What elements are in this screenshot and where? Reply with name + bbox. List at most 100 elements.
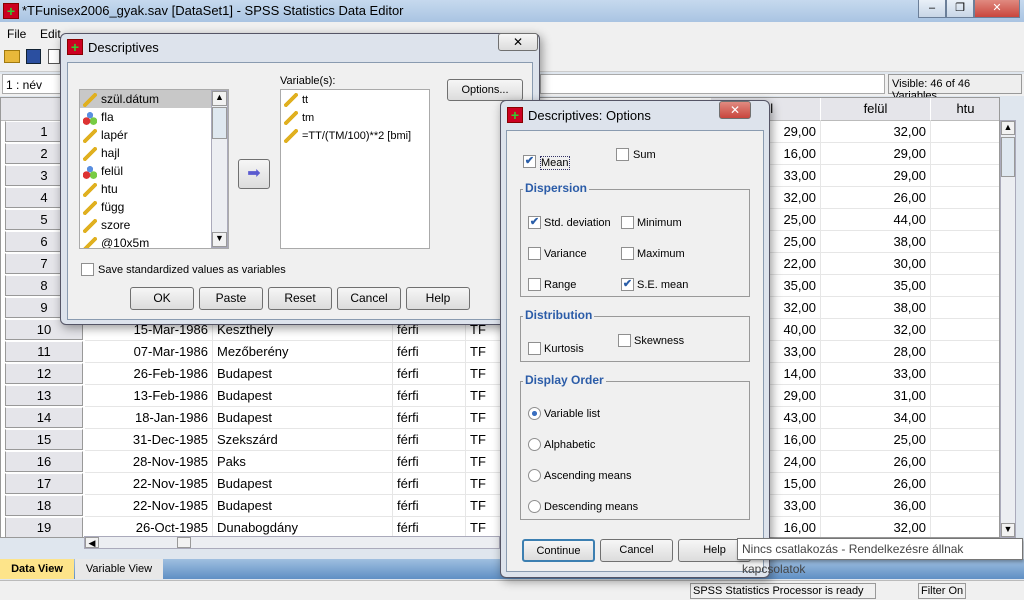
options-cancel-button[interactable]: Cancel: [600, 539, 673, 562]
cell-htu[interactable]: [931, 231, 999, 253]
source-variable-item[interactable]: lapér: [80, 126, 228, 144]
scroll-down-icon[interactable]: ▼: [1001, 523, 1015, 537]
minimize-button[interactable]: –: [918, 0, 946, 18]
cell-felul[interactable]: 29,00: [821, 165, 931, 187]
options-close-button[interactable]: ✕: [719, 101, 751, 119]
row-header[interactable]: 13: [5, 385, 83, 406]
kurtosis-checkbox[interactable]: [528, 342, 541, 355]
menu-file[interactable]: File: [7, 27, 26, 41]
cell-city[interactable]: Dunabogdány: [213, 517, 393, 537]
row-header[interactable]: 19: [5, 517, 83, 537]
cell-felul[interactable]: 32,00: [821, 121, 931, 143]
scroll-thumb[interactable]: [1001, 137, 1015, 177]
selected-variable-list[interactable]: tt tm =TT/(TM/100)**2 [bmi]: [280, 89, 430, 249]
source-variable-item[interactable]: függ: [80, 198, 228, 216]
source-variable-item[interactable]: hajl: [80, 144, 228, 162]
cell-sex[interactable]: férfi: [393, 473, 466, 495]
cell-felul[interactable]: 36,00: [821, 495, 931, 517]
dialog-close-button[interactable]: ✕: [498, 33, 538, 51]
tab-variable-view[interactable]: Variable View: [75, 559, 163, 579]
vertical-scrollbar[interactable]: ▲ ▼: [1000, 120, 1016, 538]
minimum-checkbox[interactable]: [621, 216, 634, 229]
cell-htu[interactable]: [931, 517, 999, 537]
cell-date[interactable]: 22-Nov-1985: [85, 473, 213, 495]
range-checkbox[interactable]: [528, 278, 541, 291]
variable-list-radio[interactable]: [528, 407, 541, 420]
cell-htu[interactable]: [931, 143, 999, 165]
row-header[interactable]: 11: [5, 341, 83, 362]
cell-felul[interactable]: 34,00: [821, 407, 931, 429]
cell-felul[interactable]: 38,00: [821, 231, 931, 253]
source-list-scrollbar[interactable]: ▲ ▼: [211, 90, 228, 248]
cell-felul[interactable]: 32,00: [821, 319, 931, 341]
cell-htu[interactable]: [931, 473, 999, 495]
cell-date[interactable]: 18-Jan-1986: [85, 407, 213, 429]
print-icon[interactable]: [48, 49, 60, 64]
cell-city[interactable]: Budapest: [213, 495, 393, 517]
cell-htu[interactable]: [931, 275, 999, 297]
source-variable-item[interactable]: htu: [80, 180, 228, 198]
cell-htu[interactable]: [931, 429, 999, 451]
cell-htu[interactable]: [931, 341, 999, 363]
cell-date[interactable]: 26-Feb-1986: [85, 363, 213, 385]
cell-felul[interactable]: 38,00: [821, 297, 931, 319]
row-header[interactable]: 17: [5, 473, 83, 494]
cell-date[interactable]: 07-Mar-1986: [85, 341, 213, 363]
source-variable-list[interactable]: szül.dátum fla lapér hajl felül htu függ szore @…: [79, 89, 229, 249]
skewness-checkbox[interactable]: [618, 334, 631, 347]
row-header[interactable]: 18: [5, 495, 83, 516]
menu-edit[interactable]: Edit: [40, 27, 61, 41]
cell-city[interactable]: Budapest: [213, 407, 393, 429]
cell-sex[interactable]: férfi: [393, 429, 466, 451]
cell-date[interactable]: 28-Nov-1985: [85, 451, 213, 473]
cell-sex[interactable]: férfi: [393, 341, 466, 363]
selected-variable-item[interactable]: tm: [281, 108, 429, 126]
source-variable-item[interactable]: szore: [80, 216, 228, 234]
scroll-up-icon[interactable]: ▲: [212, 91, 227, 106]
row-header[interactable]: 15: [5, 429, 83, 450]
open-folder-icon[interactable]: [4, 50, 20, 63]
scroll-up-icon[interactable]: ▲: [1001, 121, 1015, 135]
cell-date[interactable]: 26-Oct-1985: [85, 517, 213, 537]
save-icon[interactable]: [26, 49, 41, 64]
row-header[interactable]: 16: [5, 451, 83, 472]
cell-felul[interactable]: 31,00: [821, 385, 931, 407]
cell-sex[interactable]: férfi: [393, 495, 466, 517]
help-button[interactable]: Help: [406, 287, 470, 310]
cell-htu[interactable]: [931, 253, 999, 275]
cell-htu[interactable]: [931, 121, 999, 143]
source-variable-item[interactable]: @10x5m: [80, 234, 228, 248]
cell-felul[interactable]: 26,00: [821, 473, 931, 495]
cell-date[interactable]: 31-Dec-1985: [85, 429, 213, 451]
alphabetic-radio[interactable]: [528, 438, 541, 451]
cell-sex[interactable]: férfi: [393, 385, 466, 407]
scroll-thumb[interactable]: [212, 107, 227, 139]
cell-city[interactable]: Budapest: [213, 473, 393, 495]
cell-htu[interactable]: [931, 495, 999, 517]
mean-checkbox[interactable]: ✔: [523, 155, 536, 168]
reset-button[interactable]: Reset: [268, 287, 332, 310]
paste-button[interactable]: Paste: [199, 287, 263, 310]
cell-sex[interactable]: férfi: [393, 407, 466, 429]
ok-button[interactable]: OK: [130, 287, 194, 310]
save-standardized-checkbox[interactable]: [81, 263, 94, 276]
scroll-left-icon[interactable]: ◀: [85, 537, 99, 548]
cell-felul[interactable]: 44,00: [821, 209, 931, 231]
cell-htu[interactable]: [931, 407, 999, 429]
cell-city[interactable]: Budapest: [213, 363, 393, 385]
scroll-down-icon[interactable]: ▼: [212, 232, 227, 247]
sum-checkbox[interactable]: [616, 148, 629, 161]
s-e-mean-checkbox[interactable]: ✔: [621, 278, 634, 291]
cell-htu[interactable]: [931, 165, 999, 187]
cell-htu[interactable]: [931, 451, 999, 473]
cell-date[interactable]: 13-Feb-1986: [85, 385, 213, 407]
source-variable-item[interactable]: felül: [80, 162, 228, 180]
cell-htu[interactable]: [931, 187, 999, 209]
cell-htu[interactable]: [931, 319, 999, 341]
cell-felul[interactable]: 30,00: [821, 253, 931, 275]
cell-date[interactable]: 22-Nov-1985: [85, 495, 213, 517]
variance-checkbox[interactable]: [528, 247, 541, 260]
cell-htu[interactable]: [931, 385, 999, 407]
cell-city[interactable]: Mezőberény: [213, 341, 393, 363]
row-header[interactable]: 12: [5, 363, 83, 384]
